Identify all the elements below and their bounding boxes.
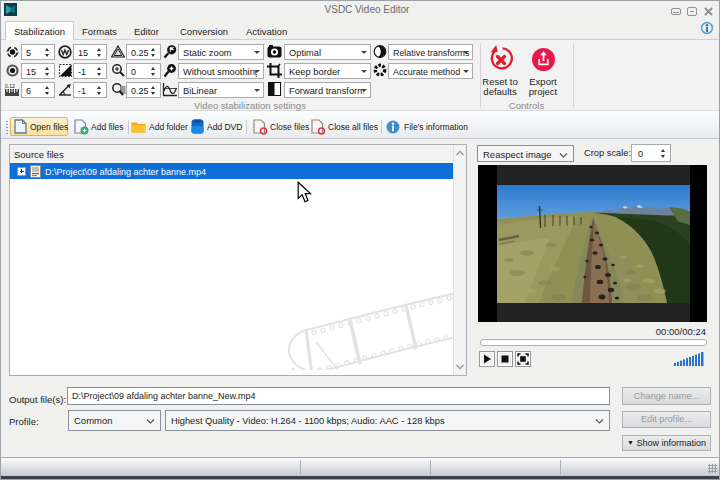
svg-text:0.12: 0.12 [5,83,15,89]
